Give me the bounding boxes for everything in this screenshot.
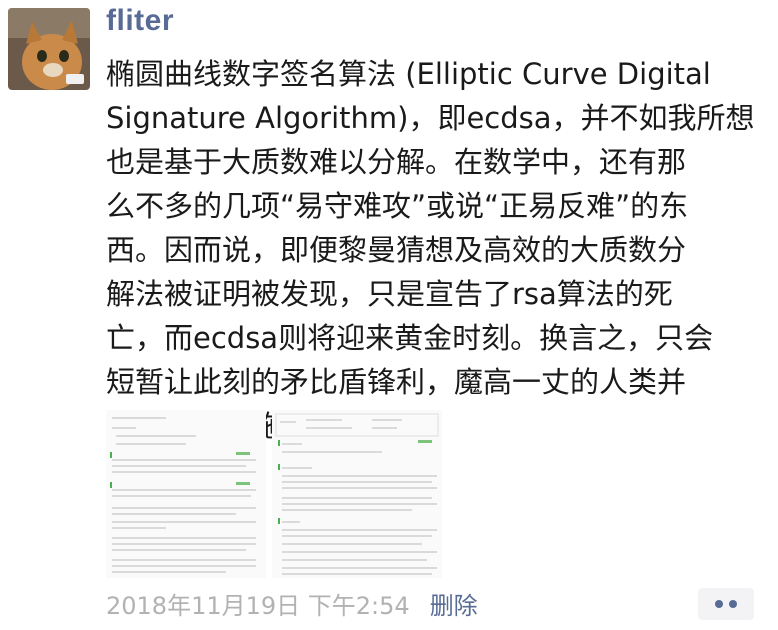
avatar[interactable] bbox=[8, 8, 90, 90]
post-image[interactable] bbox=[106, 410, 266, 578]
more-dots-icon[interactable] bbox=[698, 588, 754, 620]
moments-post: fliter 椭圆曲线数字签名算法 (Elliptic Curve Digita… bbox=[0, 0, 778, 630]
post-footer: 2018年11月19日 下午2:54 删除 bbox=[106, 586, 478, 620]
dot bbox=[729, 600, 737, 608]
post-timestamp: 2018年11月19日 下午2:54 bbox=[106, 591, 410, 620]
delete-link[interactable]: 删除 bbox=[430, 586, 478, 621]
image-grid bbox=[106, 410, 442, 578]
author-name[interactable]: fliter bbox=[106, 4, 174, 38]
dot bbox=[715, 600, 723, 608]
post-content: 椭圆曲线数字签名算法 (Elliptic Curve Digital Signa… bbox=[106, 57, 755, 443]
post-image[interactable] bbox=[272, 410, 442, 578]
